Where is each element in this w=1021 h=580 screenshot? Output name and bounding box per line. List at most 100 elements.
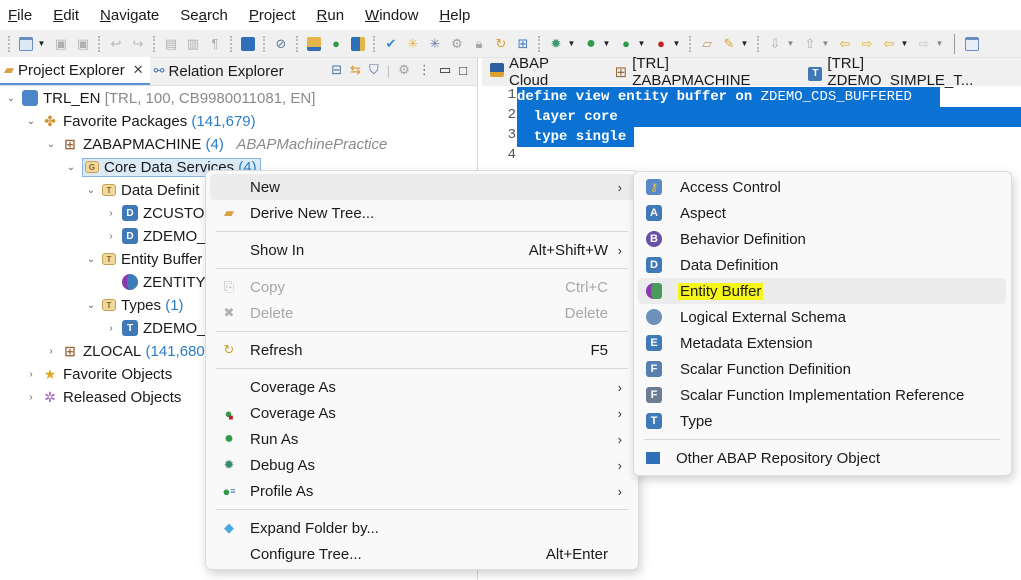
- new-wizard-icon[interactable]: [17, 35, 35, 53]
- chevron-down-icon[interactable]: ⌄: [24, 116, 38, 127]
- tree-node-zabapmachine[interactable]: ⌄ ⊞ ZABAPMACHINE (4) ABAPMachinePractice: [44, 133, 388, 155]
- menu-item-run-as[interactable]: ● Run As ›: [210, 426, 634, 452]
- tree-node-zentity[interactable]: ZENTITY_: [104, 271, 214, 293]
- back-icon[interactable]: ⇦: [880, 35, 898, 53]
- submenu-item-entity-buffer[interactable]: Entity Buffer: [638, 278, 1006, 304]
- chevron-down-icon[interactable]: ⌄: [84, 254, 98, 265]
- menu-item-expand-folder-by[interactable]: ◆ Expand Folder by...: [210, 515, 634, 541]
- view-menu-icon[interactable]: ⋮: [418, 62, 431, 78]
- prev-annotation-icon[interactable]: ⇧: [801, 35, 819, 53]
- run-dropdown-icon[interactable]: ▼: [602, 35, 611, 53]
- submenu-item-behavior-definition[interactable]: B Behavior Definition: [638, 226, 1006, 252]
- submenu-item-scalar-function-impl-ref[interactable]: F Scalar Function Implementation Referen…: [638, 382, 1006, 408]
- run-abap-icon[interactable]: ●: [327, 35, 345, 53]
- gear-icon[interactable]: ⚙: [398, 62, 410, 78]
- next-annotation-icon[interactable]: ⇩: [766, 35, 784, 53]
- tree-node-zlocal[interactable]: › ⊞ ZLOCAL (141,680): [44, 340, 209, 362]
- open-abap-project-icon[interactable]: [305, 35, 323, 53]
- save-all-icon[interactable]: ▣: [74, 35, 92, 53]
- back-dropdown-icon[interactable]: ▼: [900, 35, 909, 53]
- menu-navigate[interactable]: Navigate: [100, 7, 159, 24]
- activate-icon[interactable]: [349, 35, 367, 53]
- toolbar-grip[interactable]: [8, 35, 11, 52]
- transport-icon[interactable]: ⚙: [448, 35, 466, 53]
- filter-icon[interactable]: ⛉: [369, 62, 379, 78]
- profile-icon[interactable]: ●: [617, 35, 635, 53]
- next-annotation-dropdown-icon[interactable]: ▼: [786, 35, 795, 53]
- wizard-icon[interactable]: ✳: [404, 35, 422, 53]
- minimize-icon[interactable]: ▭: [439, 62, 451, 78]
- open-perspective-icon[interactable]: [963, 35, 981, 53]
- menu-help[interactable]: Help: [439, 7, 470, 24]
- tree-node-released-objects[interactable]: › ✲ Released Objects: [24, 386, 181, 408]
- debug-dropdown-icon[interactable]: ▼: [567, 35, 576, 53]
- tree-node-zdemo-type[interactable]: › T ZDEMO_: [104, 317, 205, 339]
- save-icon[interactable]: ▣: [52, 35, 70, 53]
- chevron-right-icon[interactable]: ›: [104, 231, 118, 242]
- menu-item-new[interactable]: New ›: [210, 174, 634, 200]
- chevron-down-icon[interactable]: ⌄: [4, 93, 18, 104]
- tree-node-entity-buffer[interactable]: ⌄ T Entity Buffer: [84, 248, 203, 270]
- prev-annotation-dropdown-icon[interactable]: ▼: [821, 35, 830, 53]
- editor-tab-zabapmachine[interactable]: ⊞ [TRL] ZABAPMACHINE: [607, 55, 787, 89]
- menu-item-delete[interactable]: ✖ Delete Delete: [210, 300, 634, 326]
- forward-icon[interactable]: ⇨: [915, 35, 933, 53]
- toggle-comment-icon[interactable]: ▤: [162, 35, 180, 53]
- tree-node-data-definitions[interactable]: ⌄ T Data Definit: [84, 179, 200, 201]
- menu-item-refresh[interactable]: ↻ Refresh F5: [210, 337, 634, 363]
- check-icon[interactable]: ✔: [382, 35, 400, 53]
- menu-item-configure-tree[interactable]: Configure Tree... Alt+Enter: [210, 541, 634, 567]
- menu-item-coverage-as-2[interactable]: ● ■ Coverage As ›: [210, 400, 634, 426]
- chevron-right-icon[interactable]: ›: [44, 346, 58, 357]
- code-line[interactable]: define view entity buffer on ZDEMO_CDS_B…: [517, 87, 940, 107]
- close-icon[interactable]: ✕: [133, 62, 144, 78]
- new-dropdown-icon[interactable]: ▼: [37, 35, 46, 53]
- submenu-item-scalar-function-definition[interactable]: F Scalar Function Definition: [638, 356, 1006, 382]
- hierarchy-icon[interactable]: ⊞: [514, 35, 532, 53]
- pen-icon[interactable]: ✎: [720, 35, 738, 53]
- lock-icon[interactable]: 🔒︎: [470, 35, 488, 53]
- open-folder-icon[interactable]: ▱: [698, 35, 716, 53]
- submenu-item-logical-external-schema[interactable]: Logical External Schema: [638, 304, 1006, 330]
- last-edit-back-icon[interactable]: ⇦: [836, 35, 854, 53]
- link-with-editor-icon[interactable]: ⇆: [350, 62, 361, 78]
- menu-project[interactable]: Project: [249, 7, 296, 24]
- run-icon[interactable]: ●: [582, 35, 600, 53]
- console-icon[interactable]: [239, 35, 257, 53]
- submenu-item-other-abap-repository-object[interactable]: Other ABAP Repository Object: [638, 445, 1006, 471]
- chevron-right-icon[interactable]: ›: [24, 369, 38, 380]
- link-icon[interactable]: ⊘: [272, 35, 290, 53]
- menu-item-derive-new-tree[interactable]: ▰ Derive New Tree...: [210, 200, 634, 226]
- menu-item-show-in[interactable]: Show In Alt+Shift+W ›: [210, 237, 634, 263]
- chevron-down-icon[interactable]: ⌄: [44, 139, 58, 150]
- submenu-item-data-definition[interactable]: D Data Definition: [638, 252, 1006, 278]
- last-edit-forward-icon[interactable]: ⇨: [858, 35, 876, 53]
- tab-project-explorer[interactable]: ▰ Project Explorer ✕: [0, 57, 150, 85]
- editor-tab-zdemo-simple[interactable]: T [TRL] ZDEMO_SIMPLE_T...: [800, 55, 1007, 89]
- tree-node-zdemo-dd[interactable]: › D ZDEMO_: [104, 225, 205, 247]
- coverage-dropdown-icon[interactable]: ▼: [672, 35, 681, 53]
- submenu-item-aspect[interactable]: A Aspect: [638, 200, 1006, 226]
- undo-icon[interactable]: ↩: [107, 35, 125, 53]
- submenu-item-access-control[interactable]: ⚷ Access Control: [638, 174, 1006, 200]
- chevron-down-icon[interactable]: ⌄: [84, 185, 98, 196]
- chevron-right-icon[interactable]: ›: [24, 392, 38, 403]
- code-line[interactable]: type single: [517, 127, 634, 147]
- menu-edit[interactable]: Edit: [53, 7, 79, 24]
- chevron-right-icon[interactable]: ›: [104, 323, 118, 334]
- tree-node-zcuston[interactable]: › D ZCUSTON: [104, 202, 215, 224]
- profile-dropdown-icon[interactable]: ▼: [637, 35, 646, 53]
- chevron-down-icon[interactable]: ⌄: [64, 162, 78, 173]
- forward-dropdown-icon[interactable]: ▼: [935, 35, 944, 53]
- tree-node-trl-en[interactable]: ⌄ TRL_EN [TRL, 100, CB9980011081, EN]: [4, 87, 316, 109]
- menu-window[interactable]: Window: [365, 7, 418, 24]
- submenu-item-metadata-extension[interactable]: E Metadata Extension: [638, 330, 1006, 356]
- block-icon[interactable]: ▥: [184, 35, 202, 53]
- editor-tab-abap-cloud[interactable]: ABAP Cloud: [482, 55, 593, 89]
- menu-file[interactable]: File: [8, 7, 32, 24]
- code-line[interactable]: layer core: [517, 107, 1021, 127]
- tree-node-favorite-objects[interactable]: › ★ Favorite Objects: [24, 363, 172, 385]
- menu-run[interactable]: Run: [317, 7, 345, 24]
- refresh-object-icon[interactable]: ↻: [492, 35, 510, 53]
- collapse-all-icon[interactable]: ⊟: [331, 62, 342, 78]
